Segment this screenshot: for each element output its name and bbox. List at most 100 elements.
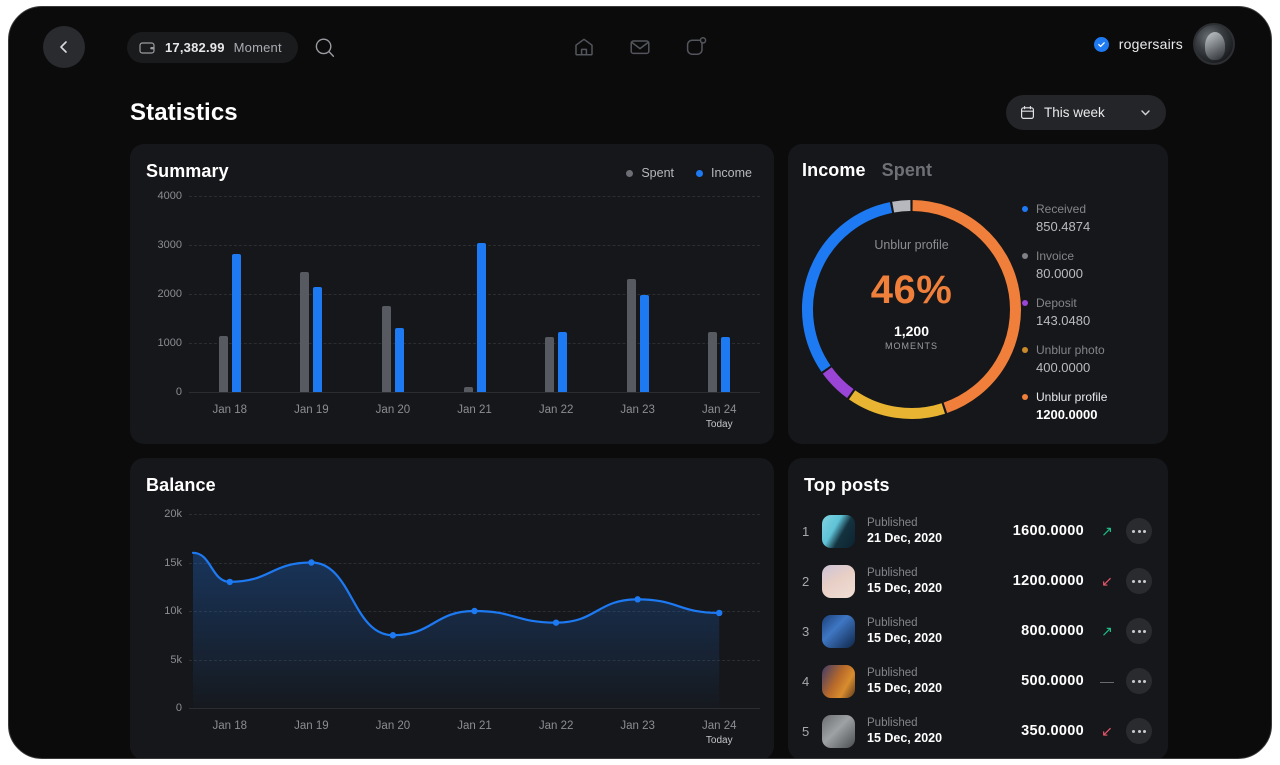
income-breakdown-item[interactable]: Unblur profile 1200.0000 xyxy=(1022,390,1152,422)
nav-notifications-button[interactable] xyxy=(681,32,711,62)
bar-spent[interactable] xyxy=(545,336,555,392)
balance-data-point[interactable] xyxy=(552,619,560,626)
balance-x-axis: Jan 18 Jan 19 Jan 20 Jan 21 Jan 22 Jan 23 Jan … xyxy=(189,720,760,746)
balance-data-point[interactable] xyxy=(716,609,723,617)
bar-group[interactable] xyxy=(597,196,679,392)
bar-income[interactable] xyxy=(558,332,568,392)
post-more-button[interactable] xyxy=(1126,668,1152,694)
income-breakdown-item[interactable]: Invoice 80.0000 xyxy=(1022,249,1152,281)
bar-income[interactable] xyxy=(721,337,731,392)
post-row[interactable]: 3 Published 15 Dec, 2020 800.0000 ↗ xyxy=(788,606,1168,656)
home-icon xyxy=(575,38,593,56)
bar-group[interactable] xyxy=(352,196,434,392)
legend-item-spent[interactable]: Spent xyxy=(626,166,674,180)
balance-data-point[interactable] xyxy=(634,596,641,603)
post-amount: 350.0000 xyxy=(1021,723,1084,739)
breakdown-dot xyxy=(1022,300,1028,306)
bar-spent[interactable] xyxy=(708,331,718,392)
center-navigation xyxy=(569,32,711,62)
bar-income[interactable] xyxy=(313,286,323,392)
balance-data-point[interactable] xyxy=(471,607,478,615)
bar-income[interactable] xyxy=(476,242,486,392)
wallet-balance-pill[interactable]: 17,382.99 Moment xyxy=(127,32,298,63)
post-more-button[interactable] xyxy=(1126,518,1152,544)
post-date: 15 Dec, 2020 xyxy=(867,681,943,696)
calendar-icon xyxy=(1021,106,1035,120)
post-rank: 4 xyxy=(802,673,810,689)
post-status: Published xyxy=(867,616,918,629)
bar-group[interactable] xyxy=(515,196,597,392)
bar-income[interactable] xyxy=(231,253,241,392)
balance-data-point[interactable] xyxy=(389,632,397,639)
post-amount: 800.0000 xyxy=(1021,623,1084,639)
bar-group[interactable] xyxy=(189,196,271,392)
search-icon xyxy=(315,38,335,57)
post-thumbnail[interactable] xyxy=(822,614,855,648)
post-more-button[interactable] xyxy=(1126,568,1152,594)
breakdown-label: Received xyxy=(1036,202,1087,216)
donut-unit: MOMENTS xyxy=(885,341,938,351)
balance-data-point[interactable] xyxy=(308,559,315,566)
balance-data-point[interactable] xyxy=(226,578,233,586)
page-title: Statistics xyxy=(130,99,238,126)
bar-group[interactable] xyxy=(271,196,353,392)
user-area[interactable]: rogersairs xyxy=(1093,23,1235,65)
y-axis-tick: 15k xyxy=(164,556,182,569)
post-thumbnail[interactable] xyxy=(822,714,855,748)
y-axis-tick: 2000 xyxy=(157,288,182,300)
verified-check-icon xyxy=(1093,36,1109,52)
top-posts-card: Top posts 1 Published 21 Dec, 2020 1600.000… xyxy=(788,458,1168,758)
post-thumbnail[interactable] xyxy=(822,514,855,548)
arrow-down-left-icon: ↙ xyxy=(1101,572,1113,589)
top-bar: 17,382.99 Moment rogersairs xyxy=(9,7,1271,87)
bar-income[interactable] xyxy=(394,328,404,392)
post-row[interactable]: 2 Published 15 Dec, 2020 1200.0000 ↙ xyxy=(788,556,1168,606)
income-breakdown-item[interactable]: Received 850.4874 xyxy=(1022,202,1152,234)
bar-group[interactable] xyxy=(678,196,760,392)
post-row[interactable]: 5 Published 15 Dec, 2020 350.0000 ↙ xyxy=(788,706,1168,756)
y-axis-tick: 1000 xyxy=(157,337,182,349)
bar-spent[interactable] xyxy=(626,279,636,392)
today-label: Today xyxy=(705,735,733,746)
breakdown-label: Invoice xyxy=(1036,249,1075,263)
balance-card: Balance 20k 15k 10k 5k 0 Jan 18 Jan 19 Jan 20 J… xyxy=(130,458,774,758)
breakdown-label: Unblur profile xyxy=(1036,390,1108,404)
chevron-left-icon xyxy=(60,41,67,53)
post-thumbnail[interactable] xyxy=(822,564,855,598)
bar-spent[interactable] xyxy=(381,306,391,392)
post-thumbnail[interactable] xyxy=(822,664,855,698)
bar-group[interactable] xyxy=(434,196,516,392)
tab-income[interactable]: Income xyxy=(802,160,866,181)
wallet-icon xyxy=(139,41,155,54)
donut-percent: 46% xyxy=(870,268,953,312)
date-range-value: This week xyxy=(1044,105,1105,120)
search-button[interactable] xyxy=(311,34,339,62)
date-range-select[interactable]: This week xyxy=(1006,95,1166,130)
legend-item-income[interactable]: Income xyxy=(696,166,752,180)
legend-label-spent: Spent xyxy=(641,166,674,180)
post-more-button[interactable] xyxy=(1126,718,1152,744)
post-status: Published xyxy=(867,666,918,679)
notification-icon xyxy=(686,37,707,55)
bar-spent[interactable] xyxy=(300,271,310,392)
nav-mail-button[interactable] xyxy=(625,32,655,62)
income-breakdown-item[interactable]: Deposit 143.0480 xyxy=(1022,296,1152,328)
post-more-button[interactable] xyxy=(1126,618,1152,644)
post-row[interactable]: 4 Published 15 Dec, 2020 500.0000 — xyxy=(788,656,1168,706)
wallet-amount: 17,382.99 xyxy=(165,40,225,55)
bar-spent[interactable] xyxy=(218,335,228,392)
bar-income[interactable] xyxy=(639,294,649,392)
top-posts-list: 1 Published 21 Dec, 2020 1600.0000 ↗ 2 Publish… xyxy=(788,506,1168,756)
tab-spent[interactable]: Spent xyxy=(882,160,933,181)
post-row[interactable]: 1 Published 21 Dec, 2020 1600.0000 ↗ xyxy=(788,506,1168,556)
nav-home-button[interactable] xyxy=(569,32,599,62)
balance-line-svg xyxy=(191,551,723,708)
post-date: 15 Dec, 2020 xyxy=(867,631,943,646)
breakdown-value: 850.4874 xyxy=(1036,219,1091,234)
summary-legend: Spent Income xyxy=(626,166,752,180)
avatar[interactable] xyxy=(1193,23,1235,65)
bar-spent[interactable] xyxy=(463,387,473,392)
back-button[interactable] xyxy=(43,26,85,68)
income-breakdown-item[interactable]: Unblur photo 400.0000 xyxy=(1022,343,1152,375)
x-axis-tick: Jan 20 xyxy=(375,404,411,416)
